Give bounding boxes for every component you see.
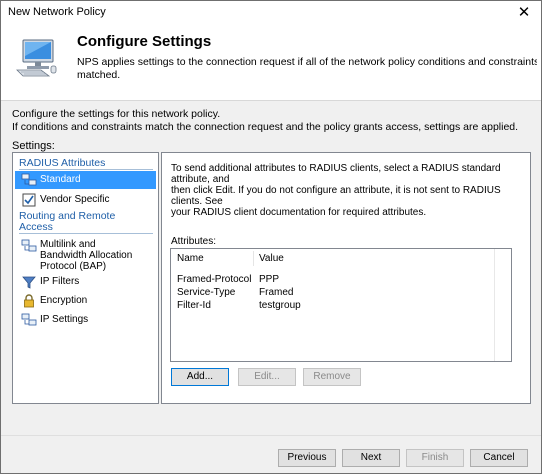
nav-item-multilink-bap[interactable]: Multilink and Bandwidth Allocation Proto…	[15, 237, 156, 277]
edit-button[interactable]: Edit...	[238, 368, 296, 386]
intro-text: Configure the settings for this network …	[12, 108, 537, 134]
close-icon[interactable]: ✕	[513, 2, 535, 22]
funnel-icon	[22, 276, 36, 289]
lock-icon	[24, 294, 34, 308]
nav-item-label: Encryption	[40, 295, 88, 306]
table-row[interactable]: Framed-Protocol PPP	[171, 274, 511, 287]
nav-item-ip-filters[interactable]: IP Filters	[15, 273, 156, 291]
cell-name: Filter-Id	[177, 300, 211, 311]
nav-item-ip-settings[interactable]: IP Settings	[15, 311, 156, 329]
nav-item-standard[interactable]: Standard	[15, 171, 156, 189]
previous-button[interactable]: Previous	[278, 449, 336, 467]
network-computers-icon	[21, 239, 37, 252]
content-description-line: To send additional attributes to RADIUS …	[171, 163, 501, 185]
page-description-line: matched.	[77, 69, 121, 81]
intro-line: If conditions and constraints match the …	[12, 121, 519, 133]
table-row[interactable]: Service-Type Framed	[171, 287, 511, 300]
column-separator[interactable]	[253, 251, 254, 266]
page-description: NPS applies settings to the connection r…	[77, 56, 537, 82]
table-row[interactable]: Filter-Id testgroup	[171, 300, 511, 313]
attributes-label: Attributes:	[171, 236, 217, 247]
title-bar: New Network Policy ✕	[1, 1, 541, 25]
cell-name: Framed-Protocol	[177, 274, 252, 285]
vertical-scrollbar[interactable]	[494, 249, 511, 361]
remove-button[interactable]: Remove	[303, 368, 361, 386]
wizard-header: Configure Settings NPS applies settings …	[1, 25, 541, 101]
cancel-button[interactable]: Cancel	[470, 449, 528, 467]
content-description: To send additional attributes to RADIUS …	[171, 163, 521, 218]
next-button[interactable]: Next	[342, 449, 400, 467]
nav-item-label: IP Settings	[40, 314, 89, 325]
window-title: New Network Policy	[8, 6, 106, 18]
attributes-list[interactable]: Name Value Framed-Protocol PPP Service-T…	[170, 248, 512, 362]
nav-item-encryption[interactable]: Encryption	[15, 292, 156, 310]
network-computers-icon	[21, 313, 37, 326]
nav-item-label: Standard	[40, 174, 81, 185]
finish-button[interactable]: Finish	[406, 449, 464, 467]
content-description-line: your RADIUS client documentation for req…	[171, 207, 427, 218]
footer-divider	[1, 435, 541, 436]
settings-content-panel: To send additional attributes to RADIUS …	[161, 152, 531, 404]
group-label-line: Access	[19, 221, 53, 233]
group-routing-remote-access: Routing and Remote Access	[19, 211, 115, 233]
group-divider	[19, 169, 153, 170]
nav-item-label: Vendor Specific	[40, 194, 110, 205]
column-header-value[interactable]: Value	[259, 253, 284, 264]
add-button[interactable]: Add...	[171, 368, 229, 386]
nav-item-label: Multilink and Bandwidth Allocation Proto…	[40, 239, 132, 272]
settings-tree: RADIUS Attributes Standard Vendor Specif…	[12, 152, 159, 404]
content-description-line: then click Edit. If you do not configure…	[171, 185, 501, 207]
computer-network-icon	[16, 39, 57, 77]
nav-item-vendor-specific[interactable]: Vendor Specific	[15, 191, 156, 209]
intro-line: Configure the settings for this network …	[12, 108, 221, 120]
nav-item-label-line: Multilink and	[40, 239, 96, 250]
nav-item-label: IP Filters	[40, 276, 80, 287]
column-header-name[interactable]: Name	[177, 253, 204, 264]
page-title: Configure Settings	[77, 33, 212, 50]
nav-item-label-line: Protocol (BAP)	[40, 261, 107, 272]
group-divider	[19, 233, 153, 234]
cell-value: PPP	[259, 274, 280, 285]
page-description-line: NPS applies settings to the connection r…	[77, 56, 537, 68]
network-computers-icon	[21, 173, 37, 186]
cell-name: Service-Type	[177, 287, 236, 298]
nav-item-label-line: Bandwidth Allocation	[40, 250, 133, 261]
new-network-policy-dialog: New Network Policy ✕ Configure Settings …	[0, 0, 542, 474]
cell-value: testgroup	[259, 300, 301, 311]
checklist-icon	[22, 193, 36, 207]
settings-label: Settings:	[12, 140, 55, 152]
group-radius-attributes: RADIUS Attributes	[19, 157, 106, 169]
cell-value: Framed	[259, 287, 294, 298]
